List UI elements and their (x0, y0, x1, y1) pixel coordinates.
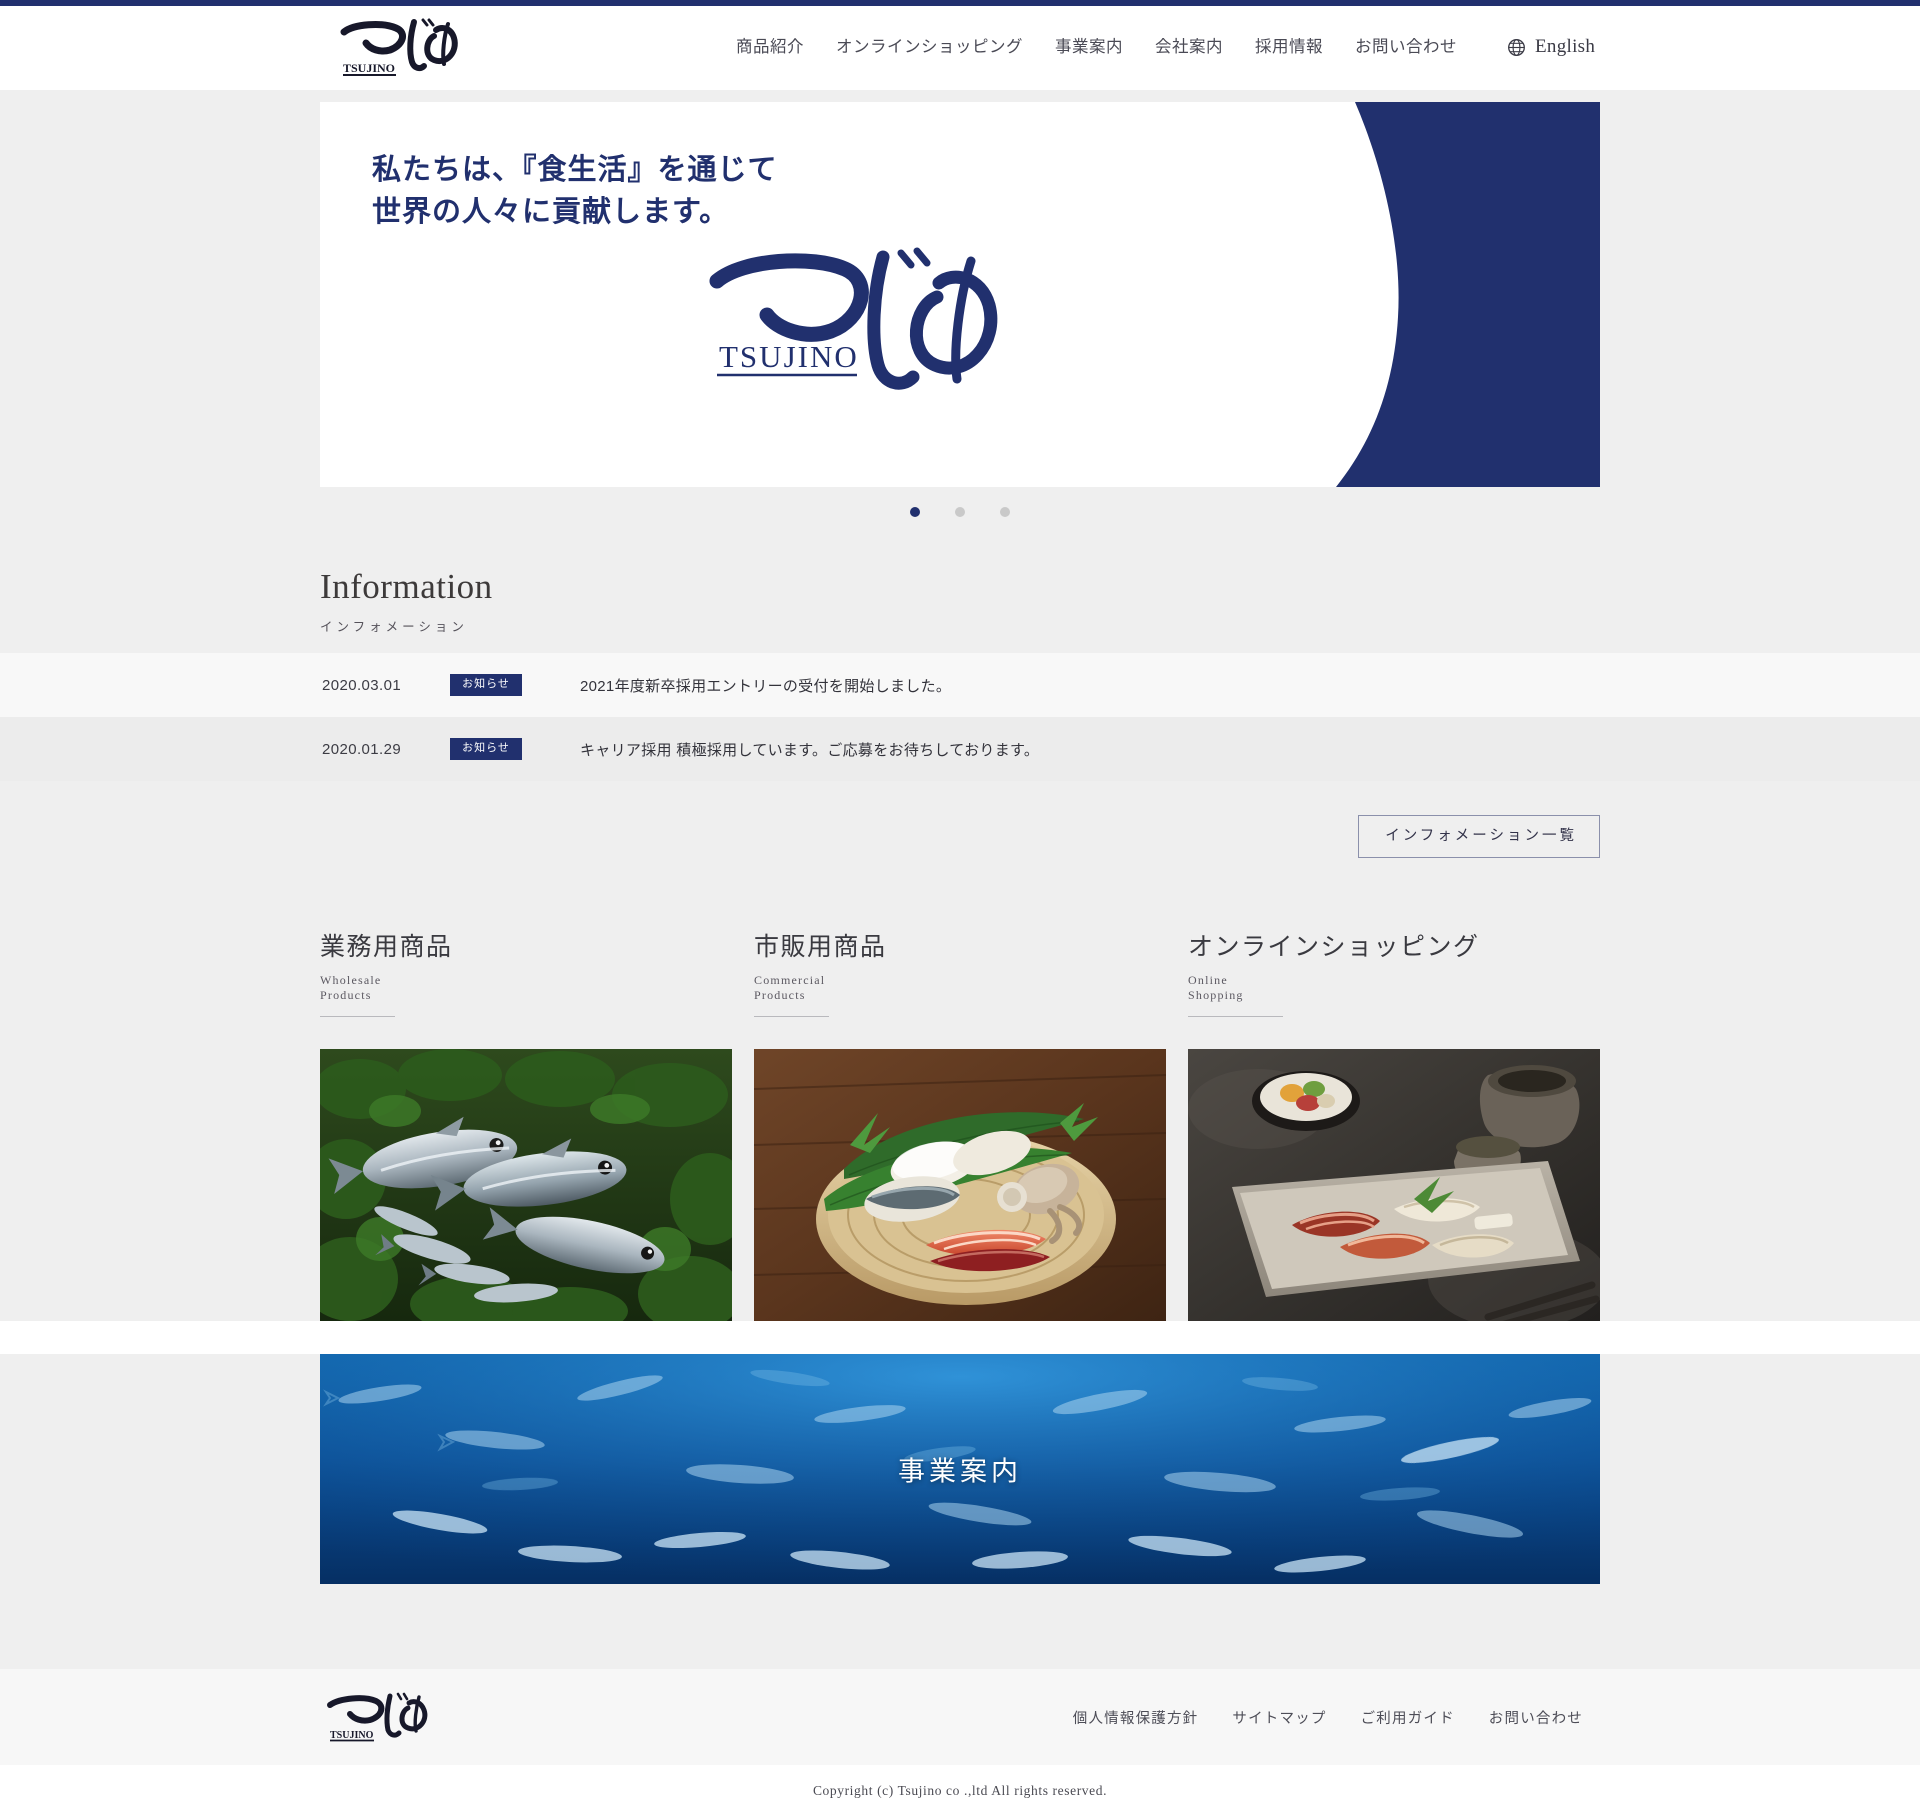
language-label: English (1535, 36, 1596, 57)
footer-nav: 個人情報保護方針 サイトマップ ご利用ガイド お問い合わせ (1056, 1707, 1600, 1728)
category-subtitle: Wholesale Products (320, 973, 395, 1018)
footer-link-guide[interactable]: ご利用ガイド (1344, 1707, 1472, 1728)
hero-headline-line2: 世界の人々に貢献します。 (372, 196, 730, 229)
hero-dot-2[interactable] (955, 507, 965, 517)
footer-link-sitemap[interactable]: サイトマップ (1215, 1707, 1343, 1728)
category-card-list: 業務用商品 Wholesale Products 市販用商品 Commercia… (320, 891, 1600, 1322)
footer-link-privacy[interactable]: 個人情報保護方針 (1056, 1707, 1216, 1728)
footer-link-contact[interactable]: お問い合わせ (1472, 1707, 1600, 1728)
category-image-online (1188, 1049, 1600, 1322)
category-image-wholesale (320, 1049, 732, 1322)
business-banner[interactable]: 事業案内 (320, 1354, 1600, 1585)
category-title: オンラインショッピング (1188, 934, 1480, 962)
svg-text:TSUJINO: TSUJINO (719, 339, 859, 374)
information-list: 2020.03.01 お知らせ 2021年度新卒採用エントリーの受付を開始しまし… (0, 653, 1920, 782)
business-banner-section: 事業案内 (0, 1354, 1920, 1670)
hero-dot-3[interactable] (1000, 507, 1010, 517)
category-title: 市販用商品 (754, 934, 887, 962)
category-subtitle: Online Shopping (1188, 973, 1283, 1018)
globe-icon (1507, 38, 1526, 57)
copyright-text: Copyright (c) Tsujino co .,ltd All right… (0, 1765, 1920, 1817)
hero-blue-shape (1140, 102, 1600, 487)
nav-online-shopping[interactable]: オンラインショッピング (820, 36, 1039, 58)
hero-headline-line1: 私たちは、『食生活』を通じて (372, 154, 778, 186)
primary-nav: 商品紹介 オンラインショッピング 事業案内 会社案内 採用情報 お問い合わせ E… (720, 36, 1595, 58)
language-switch[interactable]: English (1473, 36, 1595, 58)
hero-dot-1[interactable] (910, 507, 920, 517)
category-card-commercial[interactable]: 市販用商品 Commercial Products (754, 933, 1166, 1322)
news-row[interactable]: 2020.01.29 お知らせ キャリア採用 積極採用しています。ご応募をお待ち… (0, 717, 1920, 782)
information-action-row: インフォメーション一覧 (320, 781, 1600, 891)
page-root: TSUJINO 商品紹介 オンラインショッピング 事業案内 会社案内 採用情報 … (0, 0, 1920, 1817)
nav-business[interactable]: 事業案内 (1039, 36, 1139, 58)
category-title: 業務用商品 (320, 934, 453, 962)
news-date: 2020.01.29 (322, 740, 402, 758)
hero-section: 私たちは、『食生活』を通じて 世界の人々に貢献します。 TSUJINO (0, 90, 1920, 537)
svg-text:TSUJINO: TSUJINO (343, 61, 395, 75)
status-badge: お知らせ (450, 674, 522, 697)
footer-logo[interactable]: TSUJINO (320, 1691, 432, 1743)
nav-contact[interactable]: お問い合わせ (1339, 36, 1473, 58)
site-footer: TSUJINO 個人情報保護方針 サイトマップ ご利用ガイド お問い合わせ (0, 1669, 1920, 1766)
hero-headline: 私たちは、『食生活』を通じて 世界の人々に貢献します。 (372, 149, 778, 233)
category-subtitle: Commercial Products (754, 973, 829, 1018)
category-image-commercial (754, 1049, 1166, 1322)
news-row[interactable]: 2020.03.01 お知らせ 2021年度新卒採用エントリーの受付を開始しまし… (0, 653, 1920, 718)
nav-recruit[interactable]: 採用情報 (1239, 36, 1339, 58)
status-badge: お知らせ (450, 738, 522, 761)
header-logo[interactable]: TSUJINO (330, 16, 465, 78)
information-subtitle: インフォメーション (320, 620, 468, 635)
section-spacer (0, 1584, 1920, 1670)
information-section: Information インフォメーション 2020.03.01 お知らせ 20… (0, 537, 1920, 892)
hero-pagination (320, 487, 1600, 537)
business-banner-label: 事業案内 (898, 1456, 1022, 1487)
site-header: TSUJINO 商品紹介 オンラインショッピング 事業案内 会社案内 採用情報 … (0, 6, 1920, 90)
nav-products[interactable]: 商品紹介 (720, 36, 820, 58)
news-title: 2021年度新卒採用エントリーの受付を開始しました。 (580, 677, 952, 695)
news-title: キャリア採用 積極採用しています。ご応募をお待ちしております。 (580, 741, 1040, 759)
information-heading: Information インフォメーション (320, 537, 1600, 653)
page-title: Information (320, 567, 493, 606)
category-card-wholesale[interactable]: 業務用商品 Wholesale Products (320, 933, 732, 1322)
category-card-online[interactable]: オンラインショッピング Online Shopping (1188, 933, 1600, 1322)
news-date: 2020.03.01 (322, 676, 402, 694)
information-list-button[interactable]: インフォメーション一覧 (1358, 814, 1600, 858)
hero-slide[interactable]: 私たちは、『食生活』を通じて 世界の人々に貢献します。 TSUJINO (320, 102, 1600, 487)
hero-brand-logo: TSUJINO (705, 247, 1005, 407)
svg-text:TSUJINO: TSUJINO (330, 1730, 374, 1741)
categories-section: 業務用商品 Wholesale Products 市販用商品 Commercia… (0, 891, 1920, 1322)
nav-company[interactable]: 会社案内 (1139, 36, 1239, 58)
